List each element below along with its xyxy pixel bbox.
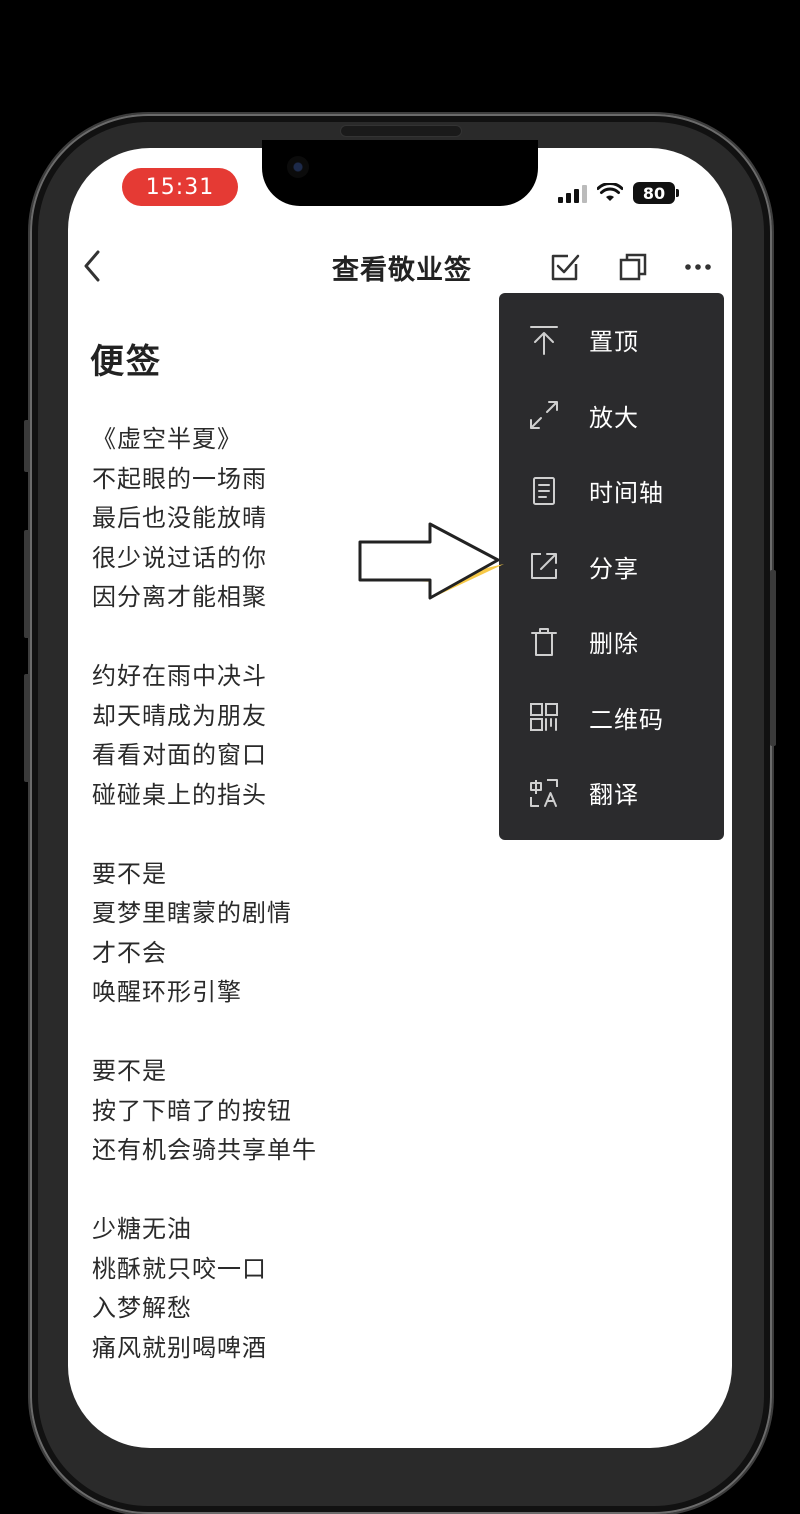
translate-icon	[530, 778, 558, 807]
more-options-menu: 置顶 放大 时间轴 分享 删除 二维码 翻译	[499, 293, 724, 840]
volume-up-button	[24, 530, 30, 638]
poem-line: 《虚空半夏》	[92, 425, 242, 453]
menu-item-label: 分享	[589, 554, 639, 583]
poem-line: 痛风就别喝啤酒	[92, 1333, 267, 1362]
poem-line: 入梦解愁	[92, 1294, 192, 1322]
share-icon	[531, 553, 557, 580]
earpiece-speaker	[340, 125, 462, 137]
menu-item-label: 置顶	[589, 328, 639, 357]
front-camera	[287, 156, 309, 178]
menu-item-share[interactable]: 分享	[499, 529, 724, 605]
menu-item-timeline[interactable]: 时间轴	[499, 453, 724, 529]
poem-line: 约好在雨中决斗	[92, 662, 267, 690]
poem-line: 要不是	[92, 1057, 167, 1085]
checklist-icon[interactable]	[548, 250, 582, 284]
menu-item-label: 二维码	[589, 705, 664, 734]
back-arrow-icon[interactable]	[78, 246, 108, 286]
stanza-gap	[92, 1013, 512, 1053]
cellular-signal-icon	[558, 183, 587, 203]
battery-indicator: 80	[633, 182, 679, 204]
stanza-gap	[92, 815, 512, 855]
poem-line: 按了下暗了的按钮	[92, 1096, 292, 1125]
expand-icon	[530, 401, 558, 430]
poem-line: 夏梦里瞎蒙的剧情	[92, 899, 292, 927]
menu-item-label: 删除	[589, 630, 639, 659]
menu-item-expand[interactable]: 放大	[499, 378, 724, 454]
volume-down-button	[24, 674, 30, 782]
qrcode-icon	[530, 703, 558, 732]
menu-item-qrcode[interactable]: 二维码	[499, 680, 724, 756]
status-icons: 80	[558, 178, 679, 208]
pin-top-icon	[530, 325, 558, 355]
poem-line: 还有机会骑共享单牛	[92, 1136, 317, 1164]
poem-line: 要不是	[92, 859, 167, 888]
stanza-gap	[92, 618, 512, 658]
poem-line: 不起眼的一场雨	[92, 464, 267, 493]
menu-item-label: 时间轴	[589, 479, 664, 508]
poem-line: 唤醒环形引擎	[92, 978, 242, 1006]
more-options-icon[interactable]	[682, 250, 716, 284]
note-heading: 便签	[90, 342, 162, 382]
poem-line: 少糖无油	[92, 1215, 192, 1243]
timeline-icon	[533, 476, 555, 505]
stanza-gap	[92, 1171, 512, 1211]
menu-item-label: 放大	[589, 403, 639, 432]
page-title: 查看敬业签	[332, 255, 472, 286]
poem-line: 碰碰桌上的指头	[92, 780, 267, 809]
copy-icon[interactable]	[616, 250, 650, 284]
menu-item-pin-top[interactable]: 置顶	[499, 302, 724, 378]
poem-line: 才不会	[92, 938, 167, 967]
action-button	[24, 420, 30, 472]
power-button	[770, 570, 776, 746]
menu-item-translate[interactable]: 翻译	[499, 755, 724, 831]
trash-icon	[531, 627, 557, 656]
poem-line: 却天晴成为朋友	[92, 701, 267, 730]
status-time[interactable]: 15:31	[122, 168, 238, 206]
annotation-arrow-icon	[358, 522, 504, 600]
menu-item-label: 翻译	[589, 781, 639, 810]
menu-item-delete[interactable]: 删除	[499, 604, 724, 680]
poem-line: 看看对面的窗口	[92, 741, 267, 769]
wifi-icon	[597, 183, 623, 201]
poem-line: 桃酥就只咬一口	[92, 1254, 267, 1283]
